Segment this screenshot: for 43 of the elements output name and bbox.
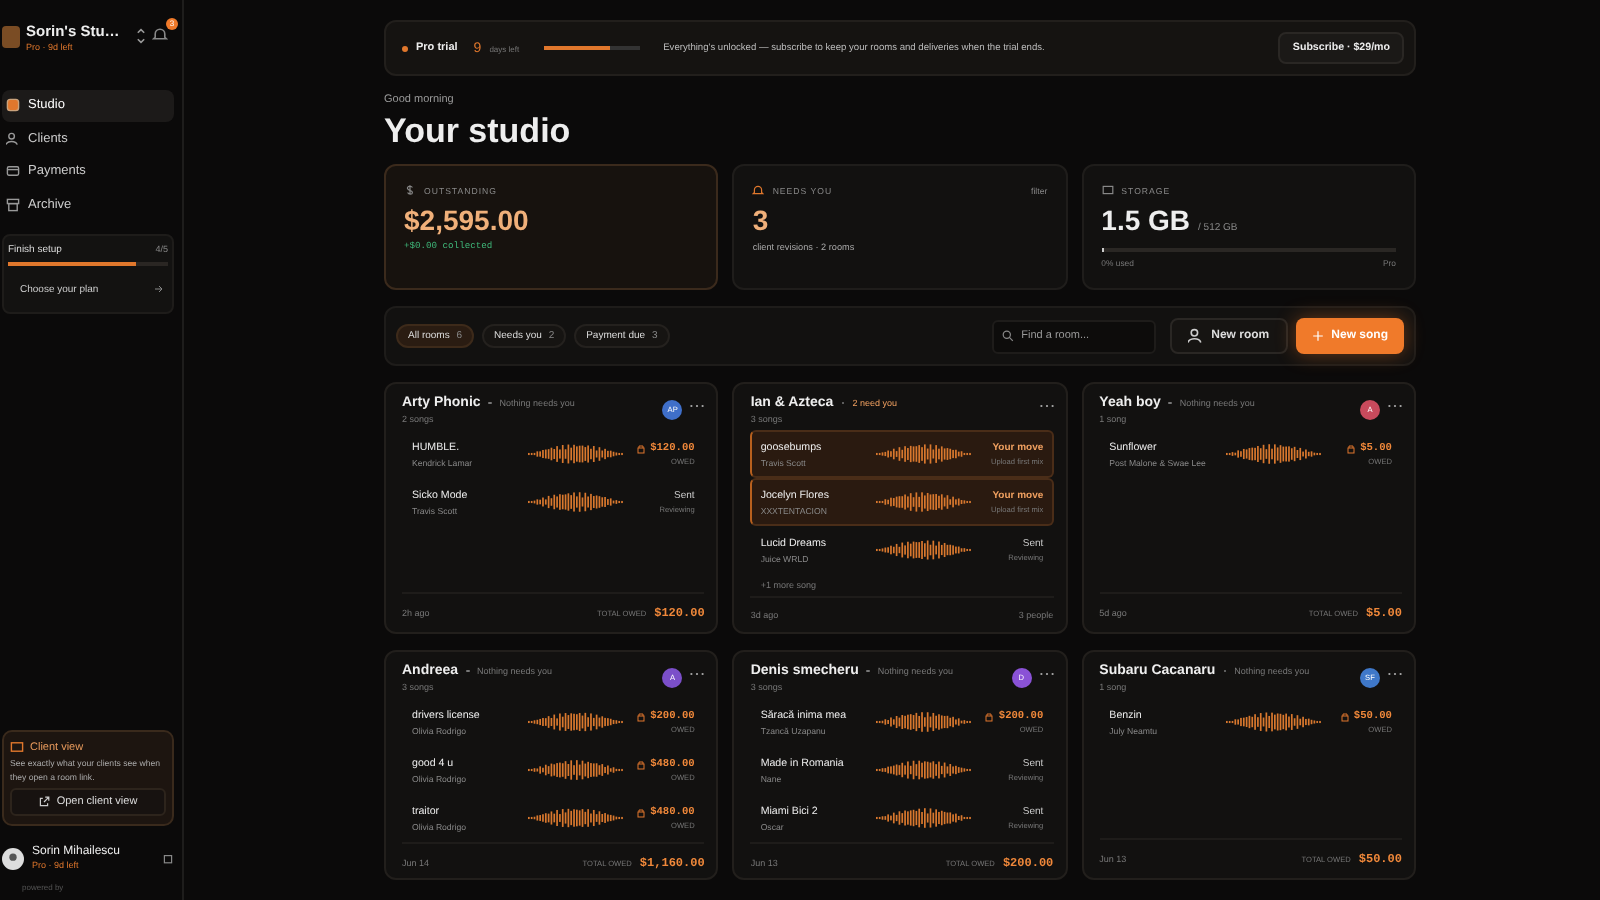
waveform-drawing: [876, 758, 973, 782]
studio-logo-icon: [2, 25, 20, 47]
lock-icon: [636, 443, 647, 453]
stat-value: 1.5 GB: [1101, 204, 1191, 236]
people-icon: [6, 131, 20, 146]
waveform-drawing: [876, 710, 973, 734]
waveform-drawing: [528, 442, 624, 466]
card-icon: [6, 164, 20, 179]
waveform-drawing: [528, 806, 624, 830]
lock-icon: [636, 807, 647, 817]
person-icon: [1187, 328, 1204, 344]
status-dot-icon: [402, 45, 408, 51]
room-card[interactable]: [732, 382, 1068, 634]
external-link-icon: [38, 796, 51, 808]
lock-icon: [1346, 443, 1357, 453]
waveform-drawing: [1225, 710, 1322, 734]
arrow-right-icon: [154, 284, 164, 294]
lock-icon: [636, 711, 647, 721]
drive-icon: [1101, 184, 1114, 196]
waveform-drawing: [1225, 442, 1322, 466]
waveform-drawing: [876, 490, 973, 514]
box-icon: [6, 197, 20, 212]
waveform-drawing: [528, 758, 624, 782]
avatar-icon: [2, 847, 24, 869]
stat-value: $2,595.00: [404, 204, 531, 236]
bell-icon: [752, 184, 765, 196]
waveform-drawing: [876, 442, 973, 466]
lock-icon: [1339, 711, 1350, 721]
home-icon: [6, 98, 20, 113]
bell-icon[interactable]: [152, 26, 168, 42]
screen-icon: [10, 740, 24, 755]
plus-icon: [1311, 330, 1324, 342]
waveform-drawing: [876, 806, 973, 830]
waveform-drawing: [876, 538, 973, 562]
page-title: Your studio: [384, 110, 573, 154]
search-icon: [1001, 329, 1014, 341]
dollar-icon: [404, 184, 416, 196]
stat-value: 3: [752, 204, 771, 236]
waveform-drawing: [528, 490, 624, 514]
lock-icon: [984, 711, 995, 721]
chevron-icon[interactable]: [136, 28, 146, 44]
lock-icon: [636, 759, 647, 769]
waveform-drawing: [528, 710, 624, 734]
